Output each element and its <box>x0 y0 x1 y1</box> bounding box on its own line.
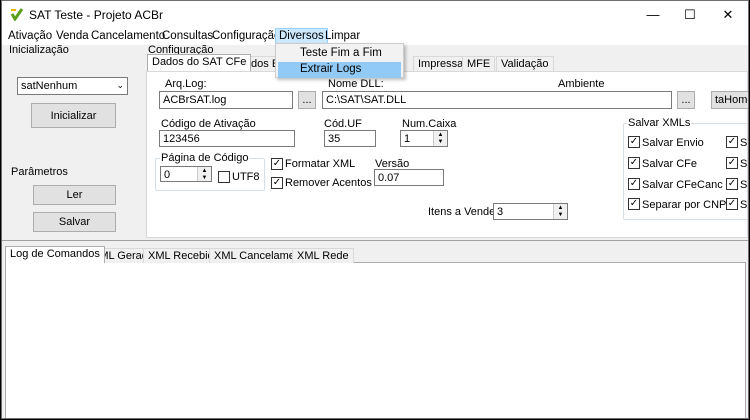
salvar-cfecanc-label: Salvar CFeCanc <box>642 179 723 191</box>
spin-down-icon[interactable]: ▼ <box>434 139 447 147</box>
window-title: SAT Teste - Projeto ACBr <box>29 8 164 22</box>
itens-vender-value: 3 <box>497 206 504 218</box>
menu-extrair-logs[interactable]: Extrair Logs <box>278 62 401 78</box>
salvar-cfe-label: Salvar CFe <box>642 158 698 170</box>
tab-validacao[interactable]: Validação <box>496 56 554 71</box>
salvar-xmls-label: Salvar XMLs <box>627 117 692 129</box>
spin-up-icon[interactable]: ▲ <box>434 131 447 139</box>
tab-log-comandos[interactable]: Log de Comandos <box>5 246 105 263</box>
cod-uf-label: Cód.UF <box>324 118 362 130</box>
modelo-select-value: satNenhum <box>21 80 78 92</box>
itens-vender-label: Itens a Vender: <box>428 206 502 218</box>
formatar-xml-checkbox[interactable]: ✓ <box>271 158 283 170</box>
codigo-ativacao-label: Código de Ativação <box>161 118 256 130</box>
s-col-label-2: S <box>740 158 748 170</box>
tab-dados-sat-cfe[interactable]: Dados do SAT CFe <box>147 54 252 71</box>
inicializar-button[interactable]: Inicializar <box>31 103 116 128</box>
pagina-codigo-spinner[interactable]: ▲ ▼ <box>197 167 211 181</box>
separar-cnpj-label: Separar por CNPJ <box>642 199 732 211</box>
arq-log-label: Arq.Log: <box>165 78 207 90</box>
modelo-select[interactable]: satNenhum ⌄ <box>17 77 128 95</box>
salvar-envio-checkbox[interactable]: ✓ <box>628 136 640 148</box>
parametros-label: Parâmetros <box>11 166 68 178</box>
spin-down-icon[interactable]: ▼ <box>554 212 567 220</box>
nome-dll-browse-button[interactable]: ... <box>677 91 695 109</box>
codigo-ativacao-input[interactable]: 123456 <box>159 130 295 147</box>
ambiente-select[interactable]: taHomo <box>711 91 748 109</box>
menu-configuracao[interactable]: Configuração <box>209 28 283 45</box>
pagina-codigo-label: Página de Código <box>160 152 250 164</box>
versao-input[interactable]: 0.07 <box>374 169 444 186</box>
num-caixa-label: Num.Caixa <box>402 118 457 130</box>
separar-cnpj-checkbox[interactable]: ✓ <box>628 198 640 210</box>
splitter[interactable] <box>2 240 748 241</box>
s-col-label-4: S <box>740 199 748 211</box>
salvar-cfe-checkbox[interactable]: ✓ <box>628 157 640 169</box>
title-bar: SAT Teste - Projeto ACBr — ☐ ✕ <box>2 1 748 28</box>
salvar-envio-label: Salvar Envio <box>642 137 704 149</box>
pagina-codigo-value: 0 <box>164 169 171 181</box>
app-window: SAT Teste - Projeto ACBr — ☐ ✕ Ativação … <box>1 0 749 419</box>
salvar-button[interactable]: Salvar <box>33 212 116 232</box>
remover-acentos-label: Remover Acentos <box>285 177 372 189</box>
tab-mfe[interactable]: MFE <box>462 56 496 71</box>
acbr-app-icon <box>10 8 24 21</box>
inicializacao-label: Inicialização <box>9 44 69 56</box>
spin-up-icon[interactable]: ▲ <box>198 167 211 174</box>
arq-log-browse-button[interactable]: ... <box>298 91 316 109</box>
ambiente-label: Ambiente <box>558 78 605 90</box>
num-caixa-input[interactable]: 1 ▲ ▼ <box>400 130 448 147</box>
remover-acentos-checkbox[interactable]: ✓ <box>271 177 283 189</box>
log-panel[interactable] <box>5 262 746 418</box>
pagina-codigo-input[interactable]: 0 ▲ ▼ <box>160 166 212 182</box>
tab-xml-rede[interactable]: XML Rede <box>292 248 354 263</box>
diversos-dropdown: Teste Fim a Fim Extrair Logs <box>275 43 404 78</box>
menu-consultas[interactable]: Consultas <box>159 28 216 45</box>
s-col-checkbox-4[interactable]: ✓ <box>726 198 738 210</box>
utf8-label: UTF8 <box>232 171 260 183</box>
cod-uf-input[interactable]: 35 <box>324 130 376 147</box>
spin-down-icon[interactable]: ▼ <box>198 174 211 181</box>
salvar-cfecanc-checkbox[interactable]: ✓ <box>628 178 640 190</box>
nome-dll-label: Nome DLL: <box>328 78 384 90</box>
itens-vender-input[interactable]: 3 ▲ ▼ <box>493 203 568 220</box>
s-col-checkbox-2[interactable]: ✓ <box>726 157 738 169</box>
s-col-label-3: S <box>740 179 748 191</box>
num-caixa-spinner[interactable]: ▲ ▼ <box>433 131 447 146</box>
ler-button[interactable]: Ler <box>33 185 116 205</box>
formatar-xml-label: Formatar XML <box>285 158 356 170</box>
s-col-checkbox-1[interactable]: ✓ <box>726 136 738 148</box>
arq-log-input[interactable]: ACBrSAT.log <box>159 91 293 109</box>
chevron-down-icon: ⌄ <box>116 80 124 90</box>
s-col-label-1: S <box>740 137 748 149</box>
menu-cancelamento[interactable]: Cancelamento <box>88 28 168 45</box>
nome-dll-input[interactable]: C:\SAT\SAT.DLL <box>322 91 672 109</box>
menu-venda[interactable]: Venda <box>53 28 92 45</box>
num-caixa-value: 1 <box>404 133 411 145</box>
menu-teste-fim-a-fim[interactable]: Teste Fim a Fim <box>278 46 401 62</box>
close-icon[interactable]: ✕ <box>705 1 748 28</box>
itens-vender-spinner[interactable]: ▲ ▼ <box>553 204 567 219</box>
spin-up-icon[interactable]: ▲ <box>554 204 567 212</box>
s-col-checkbox-3[interactable]: ✓ <box>726 178 738 190</box>
utf8-checkbox[interactable] <box>218 171 230 183</box>
menu-ativacao[interactable]: Ativação <box>5 28 55 45</box>
